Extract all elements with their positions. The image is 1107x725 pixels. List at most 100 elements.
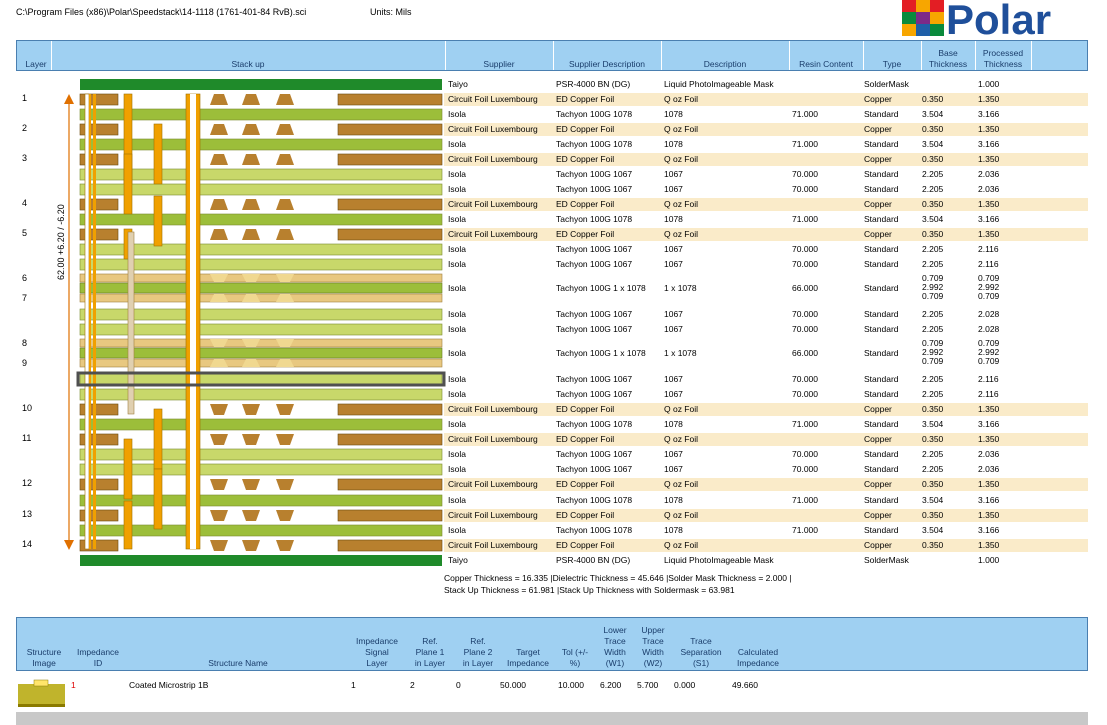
cell-base: 2.205 xyxy=(922,449,944,459)
header-base-1: Base xyxy=(938,48,958,58)
dielectric-layer xyxy=(79,524,443,537)
copper-layer xyxy=(337,478,443,491)
cell-supplier: Isola xyxy=(448,139,466,149)
cell-proc: 2.028 xyxy=(978,309,1000,319)
trace-separation: 0.000 xyxy=(674,680,696,690)
stackup-row[interactable]: Isola Tachyon 100G 1078 1078 71.000 Standard… xyxy=(444,108,1088,121)
stackup-row[interactable]: Isola Tachyon 100G 1067 1067 70.000 Standard… xyxy=(444,463,1088,476)
copper-trace xyxy=(276,229,294,240)
stackup-row[interactable]: Circuit Foil Luxembourg ED Copper Foil Q o… xyxy=(444,509,1088,522)
cell-type: Copper xyxy=(864,229,892,239)
stackup-row[interactable]: Taiyo PSR-4000 BN (DG) Liquid PhotoImageab… xyxy=(444,78,1088,91)
stackup-row[interactable]: Circuit Foil Luxembourg ED Copper Foil Q o… xyxy=(444,153,1088,166)
impedance-id[interactable]: 1 xyxy=(71,680,76,690)
cell-sdesc: ED Copper Foil xyxy=(556,540,615,550)
stackup-row[interactable]: Isola Tachyon 100G 1067 1067 70.000 Standard… xyxy=(444,183,1088,196)
copper-trace xyxy=(210,229,228,240)
cell-base: 2.205 xyxy=(922,374,944,384)
cell-desc: 1078 xyxy=(664,525,683,535)
cell-supplier: Isola xyxy=(448,348,466,358)
imp-h-upper: Upper Trace Width (W2) xyxy=(641,625,665,668)
stackup-row[interactable]: Isola Tachyon 100G 1067 1067 70.000 Standard… xyxy=(444,373,1088,386)
imp-h-name: Structure Name xyxy=(208,658,268,668)
stackup-row[interactable]: Isola Tachyon 100G 1067 1067 70.000 Standard… xyxy=(444,323,1088,336)
layer-label: 8 xyxy=(22,338,28,348)
stackup-row[interactable]: Isola Tachyon 100G 1067 1067 70.000 Standard… xyxy=(444,258,1088,271)
stackup-row[interactable]: Circuit Foil Luxembourg ED Copper Foil Q o… xyxy=(444,198,1088,211)
cell-proc: 2.036 xyxy=(978,464,1000,474)
cell-desc: Q oz Foil xyxy=(664,229,699,239)
stackup-row[interactable]: Isola Tachyon 100G 1067 1067 70.000 Standard… xyxy=(444,168,1088,181)
stackup-row[interactable]: Isola Tachyon 100G 1067 1067 70.000 Standard… xyxy=(444,308,1088,321)
stackup-row[interactable]: Isola Tachyon 100G 1067 1067 70.000 Standard… xyxy=(444,243,1088,256)
stackup-row[interactable]: Isola Tachyon 100G 1078 1078 71.000 Standard… xyxy=(444,494,1088,507)
stackup-row[interactable]: Circuit Foil Luxembourg ED Copper Foil Q o… xyxy=(444,433,1088,446)
copper-trace xyxy=(276,479,294,490)
cell-sdesc: ED Copper Foil xyxy=(556,479,615,489)
ref-plane-2: 0 xyxy=(456,680,461,690)
stackup-row[interactable]: Isola Tachyon 100G 1078 1078 71.000 Standard… xyxy=(444,418,1088,431)
via-plating xyxy=(93,94,96,549)
stackup-row[interactable]: Isola Tachyon 100G 1078 1078 71.000 Standard… xyxy=(444,138,1088,151)
stackup-row[interactable]: Isola Tachyon 100G 1078 1078 71.000 Standard… xyxy=(444,524,1088,537)
svg-text:Polar: Polar xyxy=(946,0,1051,36)
cell-desc: Q oz Foil xyxy=(664,510,699,520)
stackup-row[interactable]: Circuit Foil Luxembourg ED Copper Foil Q o… xyxy=(444,539,1088,552)
copper-trace xyxy=(242,154,260,165)
cell-resin: 70.000 xyxy=(792,259,818,269)
cell-supplier: Circuit Foil Luxembourg xyxy=(448,124,538,134)
cell-resin: 71.000 xyxy=(792,419,818,429)
imp-h-tol: Tol (+/- %) xyxy=(561,647,589,668)
copper-trace xyxy=(210,510,228,521)
stackup-row[interactable]: Circuit Foil Luxembourg ED Copper Foil Q o… xyxy=(444,403,1088,416)
cell-supplier: Circuit Foil Luxembourg xyxy=(448,199,538,209)
microvia xyxy=(153,123,163,185)
cell-resin: 70.000 xyxy=(792,374,818,384)
header-supplier: Supplier xyxy=(483,59,515,69)
cell-supplier: Isola xyxy=(448,324,466,334)
stackup-row[interactable]: Circuit Foil Luxembourg ED Copper Foil Q o… xyxy=(444,228,1088,241)
structure-name[interactable]: Coated Microstrip 1B xyxy=(129,680,208,690)
cell-base: 2.205 xyxy=(922,184,944,194)
cell-base: 0.350 xyxy=(922,229,944,239)
coated-microstrip-structure-icon[interactable] xyxy=(18,678,65,707)
cell-supplier: Isola xyxy=(448,419,466,429)
cell-supplier: Circuit Foil Luxembourg xyxy=(448,510,538,520)
prepreg-layer xyxy=(79,358,443,368)
copper-trace xyxy=(276,434,294,445)
via-barrel xyxy=(84,93,90,550)
stackup-row[interactable]: Isola Tachyon 100G 1 x 1078 1 x 1078 66.000… xyxy=(444,338,1088,368)
microvia xyxy=(153,195,163,247)
stackup-row[interactable]: Circuit Foil Luxembourg ED Copper Foil Q o… xyxy=(444,123,1088,136)
cell-sdesc: Tachyon 100G 1067 xyxy=(556,309,633,319)
cell-proc: 1.350 xyxy=(978,510,1000,520)
cell-type: Standard xyxy=(864,464,899,474)
cell-sdesc: ED Copper Foil xyxy=(556,124,615,134)
cell-resin: 71.000 xyxy=(792,109,818,119)
stackup-row[interactable]: Isola Tachyon 100G 1 x 1078 1 x 1078 66.000… xyxy=(444,273,1088,303)
stackup-row[interactable]: Isola Tachyon 100G 1078 1078 71.000 Standard… xyxy=(444,213,1088,226)
stackup-row[interactable]: Taiyo PSR-4000 BN (DG) Liquid PhotoImageab… xyxy=(444,554,1088,567)
cell-sdesc: Tachyon 100G 1067 xyxy=(556,374,633,384)
file-path: C:\Program Files (x86)\Polar\Speedstack\… xyxy=(16,7,307,17)
cell-desc: Q oz Foil xyxy=(664,124,699,134)
cell-supplier: Isola xyxy=(448,169,466,179)
stackup-row[interactable]: Isola Tachyon 100G 1067 1067 70.000 Standard… xyxy=(444,448,1088,461)
stackup-row[interactable]: Isola Tachyon 100G 1067 1067 70.000 Standard… xyxy=(444,388,1088,401)
cell-proc: 3.166 xyxy=(978,109,1000,119)
cell-sdesc: Tachyon 100G 1067 xyxy=(556,169,633,179)
stackup-row[interactable]: Circuit Foil Luxembourg ED Copper Foil Q o… xyxy=(444,93,1088,106)
copper-trace xyxy=(242,434,260,445)
stackup-row[interactable]: Circuit Foil Luxembourg ED Copper Foil Q o… xyxy=(444,478,1088,491)
layer-label: 10 xyxy=(22,403,33,413)
cell-proc: 2.116 xyxy=(978,259,999,269)
cell-base: 3.504 xyxy=(922,139,944,149)
cell-desc: Q oz Foil xyxy=(664,434,699,444)
horizontal-scrollbar[interactable] xyxy=(16,712,1088,725)
cell-proc: 2.116 xyxy=(978,389,999,399)
cell-desc: 1078 xyxy=(664,109,683,119)
cell-base: 3.504 xyxy=(922,214,944,224)
cell-sdesc: Tachyon 100G 1078 xyxy=(556,419,633,429)
cell-base: 2.205 xyxy=(922,309,944,319)
cell-supplier: Taiyo xyxy=(448,555,468,565)
